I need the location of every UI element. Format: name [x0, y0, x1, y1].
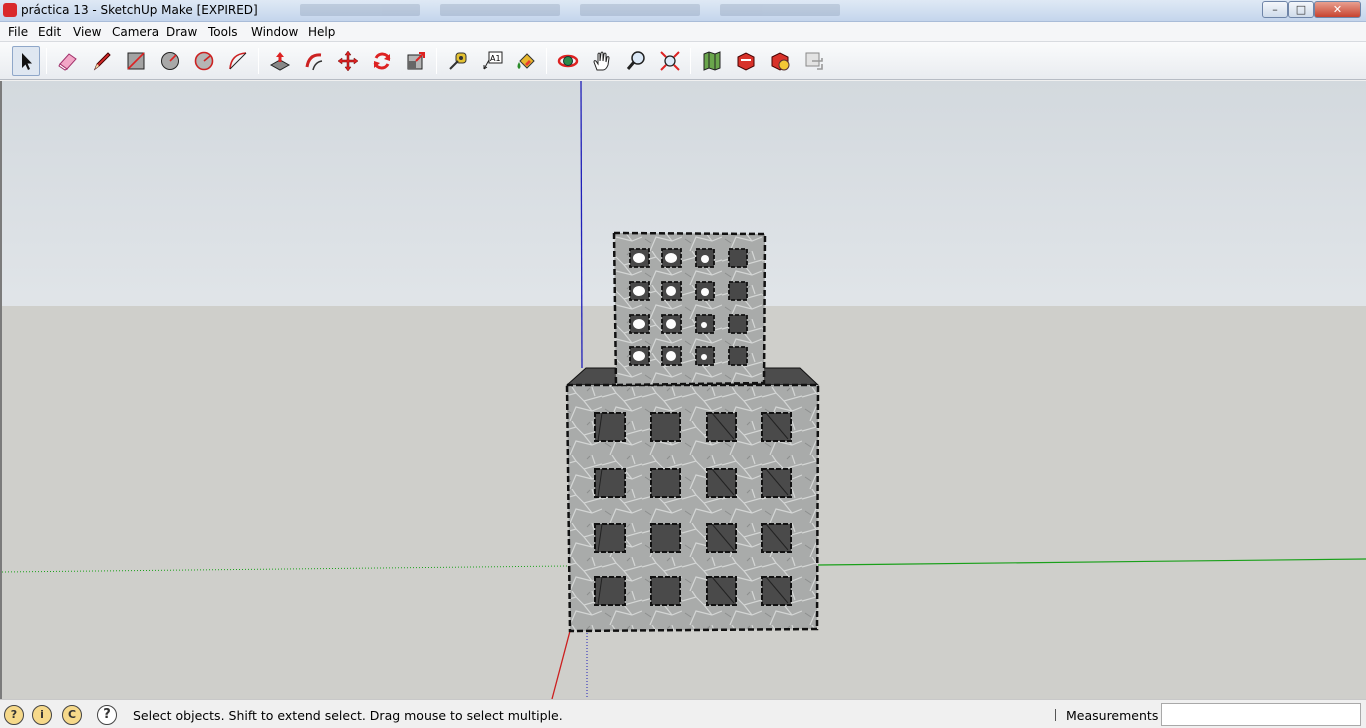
- move-tool-button[interactable]: [334, 46, 362, 76]
- rectangle-icon: [127, 52, 145, 70]
- arc-tool-button[interactable]: [224, 46, 252, 76]
- drawing-viewport[interactable]: [0, 81, 1366, 699]
- background-taskbar-tabs: [300, 4, 860, 20]
- push-pull-icon: [269, 52, 291, 71]
- zoom-extents-icon: [660, 51, 680, 71]
- sketchup-app-icon[interactable]: [3, 3, 17, 17]
- text-label-icon: A1: [483, 51, 503, 70]
- maximize-button[interactable]: □: [1288, 1, 1314, 18]
- arc-icon: [229, 52, 247, 70]
- eraser-tool-button[interactable]: [54, 46, 82, 76]
- follow-me-icon: [305, 53, 323, 71]
- menu-tools[interactable]: Tools: [208, 25, 238, 39]
- menu-window[interactable]: Window: [251, 25, 298, 39]
- scale-icon: [407, 52, 425, 70]
- green-axis-positive: [817, 558, 1366, 566]
- select-tool-button[interactable]: [12, 46, 40, 76]
- menu-help[interactable]: Help: [308, 25, 335, 39]
- tape-measure-tool-button[interactable]: [444, 46, 472, 76]
- eraser-icon: [58, 53, 77, 71]
- menu-bar: File Edit View Camera Draw Tools Window …: [0, 22, 1366, 42]
- arrow-cursor-icon: [22, 53, 32, 70]
- status-message: Select objects. Shift to extend select. …: [133, 708, 563, 723]
- menu-draw[interactable]: Draw: [166, 25, 197, 39]
- credits-icon[interactable]: i: [32, 705, 52, 725]
- extension-warehouse-tool-button[interactable]: [800, 46, 828, 76]
- polygon-tool-button[interactable]: [190, 46, 218, 76]
- help-icon[interactable]: ?: [97, 705, 117, 725]
- paint-bucket-icon: [517, 53, 535, 69]
- zoom-tool-button[interactable]: [622, 46, 650, 76]
- pencil-tool-button[interactable]: [88, 46, 116, 76]
- orbit-icon: [557, 54, 579, 68]
- measurements-input[interactable]: [1161, 703, 1361, 726]
- text-tool-button[interactable]: A1: [478, 46, 506, 76]
- green-axis-negative: [2, 565, 569, 573]
- magnifier-icon: [626, 51, 645, 70]
- window-title: práctica 13 - SketchUp Make [EXPIRED]: [21, 3, 258, 17]
- close-button[interactable]: ✕: [1314, 1, 1361, 18]
- follow-me-tool-button[interactable]: [300, 46, 328, 76]
- 3d-warehouse-icon: [737, 52, 755, 71]
- scale-tool-button[interactable]: [402, 46, 430, 76]
- menu-camera[interactable]: Camera: [112, 25, 159, 39]
- extension-icon: [805, 52, 823, 70]
- share-model-tool-button[interactable]: [766, 46, 794, 76]
- title-bar: práctica 13 - SketchUp Make [EXPIRED] – …: [0, 0, 1366, 22]
- pan-tool-button[interactable]: [588, 46, 616, 76]
- measurements-divider: [1055, 709, 1056, 721]
- hand-icon: [593, 51, 610, 71]
- circle-icon: [161, 52, 179, 70]
- map-location-icon: [703, 51, 721, 71]
- menu-view[interactable]: View: [73, 25, 101, 39]
- tape-measure-icon: [449, 52, 467, 70]
- paint-bucket-tool-button[interactable]: [512, 46, 540, 76]
- model-scene: [2, 81, 1366, 699]
- svg-text:A1: A1: [490, 54, 501, 63]
- large-tool-set-toolbar: A1: [0, 42, 1366, 80]
- menu-edit[interactable]: Edit: [38, 25, 61, 39]
- blue-axis: [580, 81, 583, 369]
- move-arrows-icon: [337, 50, 359, 72]
- get-models-tool-button[interactable]: [732, 46, 760, 76]
- copyright-icon[interactable]: C: [62, 705, 82, 725]
- orbit-tool-button[interactable]: [554, 46, 582, 76]
- menu-file[interactable]: File: [8, 25, 28, 39]
- minimize-button[interactable]: –: [1262, 1, 1288, 18]
- zoom-extents-tool-button[interactable]: [656, 46, 684, 76]
- pencil-icon: [93, 52, 111, 71]
- rotate-icon: [373, 52, 391, 70]
- share-model-icon: [771, 52, 790, 71]
- push-pull-tool-button[interactable]: [266, 46, 294, 76]
- status-bar: ? i C ? Select objects. Shift to extend …: [0, 699, 1366, 728]
- measurements-label: Measurements: [1066, 708, 1159, 723]
- polygon-icon: [194, 51, 214, 71]
- rectangle-tool-button[interactable]: [122, 46, 150, 76]
- circle-tool-button[interactable]: [156, 46, 184, 76]
- rotate-tool-button[interactable]: [368, 46, 396, 76]
- red-axis: [551, 630, 571, 699]
- add-location-tool-button[interactable]: [698, 46, 726, 76]
- geo-location-icon[interactable]: ?: [4, 705, 24, 725]
